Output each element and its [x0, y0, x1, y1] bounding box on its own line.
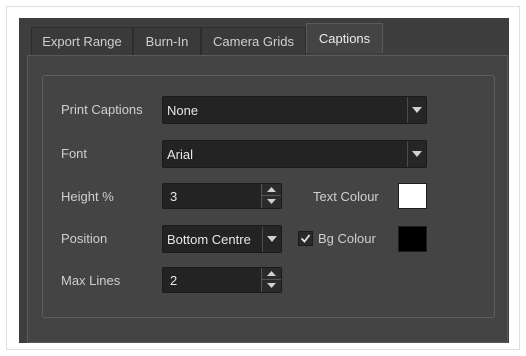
- max-lines-label: Max Lines: [61, 273, 121, 288]
- font-dropdown-button[interactable]: [407, 141, 426, 167]
- bg-colour-label: Bg Colour: [318, 231, 376, 246]
- font-value: Arial: [167, 147, 194, 162]
- position-dropdown[interactable]: Bottom Centre: [162, 225, 282, 253]
- tab-camera-grids[interactable]: Camera Grids: [201, 27, 306, 55]
- text-colour-swatch[interactable]: [398, 183, 427, 209]
- print-captions-dropdown-button[interactable]: [407, 97, 426, 123]
- triangle-down-icon: [267, 283, 276, 288]
- bg-colour-swatch[interactable]: [398, 226, 427, 252]
- triangle-up-icon: [267, 187, 276, 192]
- triangle-down-icon: [267, 236, 277, 242]
- triangle-down-icon: [412, 107, 422, 113]
- position-dropdown-button[interactable]: [262, 226, 281, 252]
- tab-burn-in[interactable]: Burn-In: [133, 27, 201, 55]
- print-captions-value: None: [167, 103, 199, 118]
- height-spinbox[interactable]: 3: [162, 183, 282, 209]
- height-decrement-button[interactable]: [262, 196, 281, 208]
- tab-export-range[interactable]: Export Range: [31, 27, 133, 55]
- max-lines-decrement-button[interactable]: [262, 280, 281, 292]
- max-lines-spinbox[interactable]: 2: [162, 267, 282, 293]
- height-value: 3: [170, 189, 178, 204]
- position-value: Bottom Centre: [167, 232, 251, 247]
- max-lines-spin-buttons: [261, 268, 281, 292]
- checkmark-icon: [300, 234, 311, 243]
- font-dropdown[interactable]: Arial: [162, 140, 427, 168]
- tab-captions[interactable]: Captions: [306, 23, 383, 53]
- font-label: Font: [61, 146, 88, 161]
- height-spin-buttons: [261, 184, 281, 208]
- print-captions-label: Print Captions: [61, 102, 143, 117]
- position-label: Position: [61, 231, 108, 246]
- print-captions-dropdown[interactable]: None: [162, 96, 427, 124]
- bg-colour-checkbox[interactable]: [298, 231, 313, 246]
- height-label: Height %: [61, 189, 114, 204]
- text-colour-label: Text Colour: [313, 189, 379, 204]
- max-lines-increment-button[interactable]: [262, 268, 281, 280]
- triangle-down-icon: [412, 151, 422, 157]
- max-lines-value: 2: [170, 273, 178, 288]
- height-increment-button[interactable]: [262, 184, 281, 196]
- triangle-down-icon: [267, 199, 276, 204]
- triangle-up-icon: [267, 271, 276, 276]
